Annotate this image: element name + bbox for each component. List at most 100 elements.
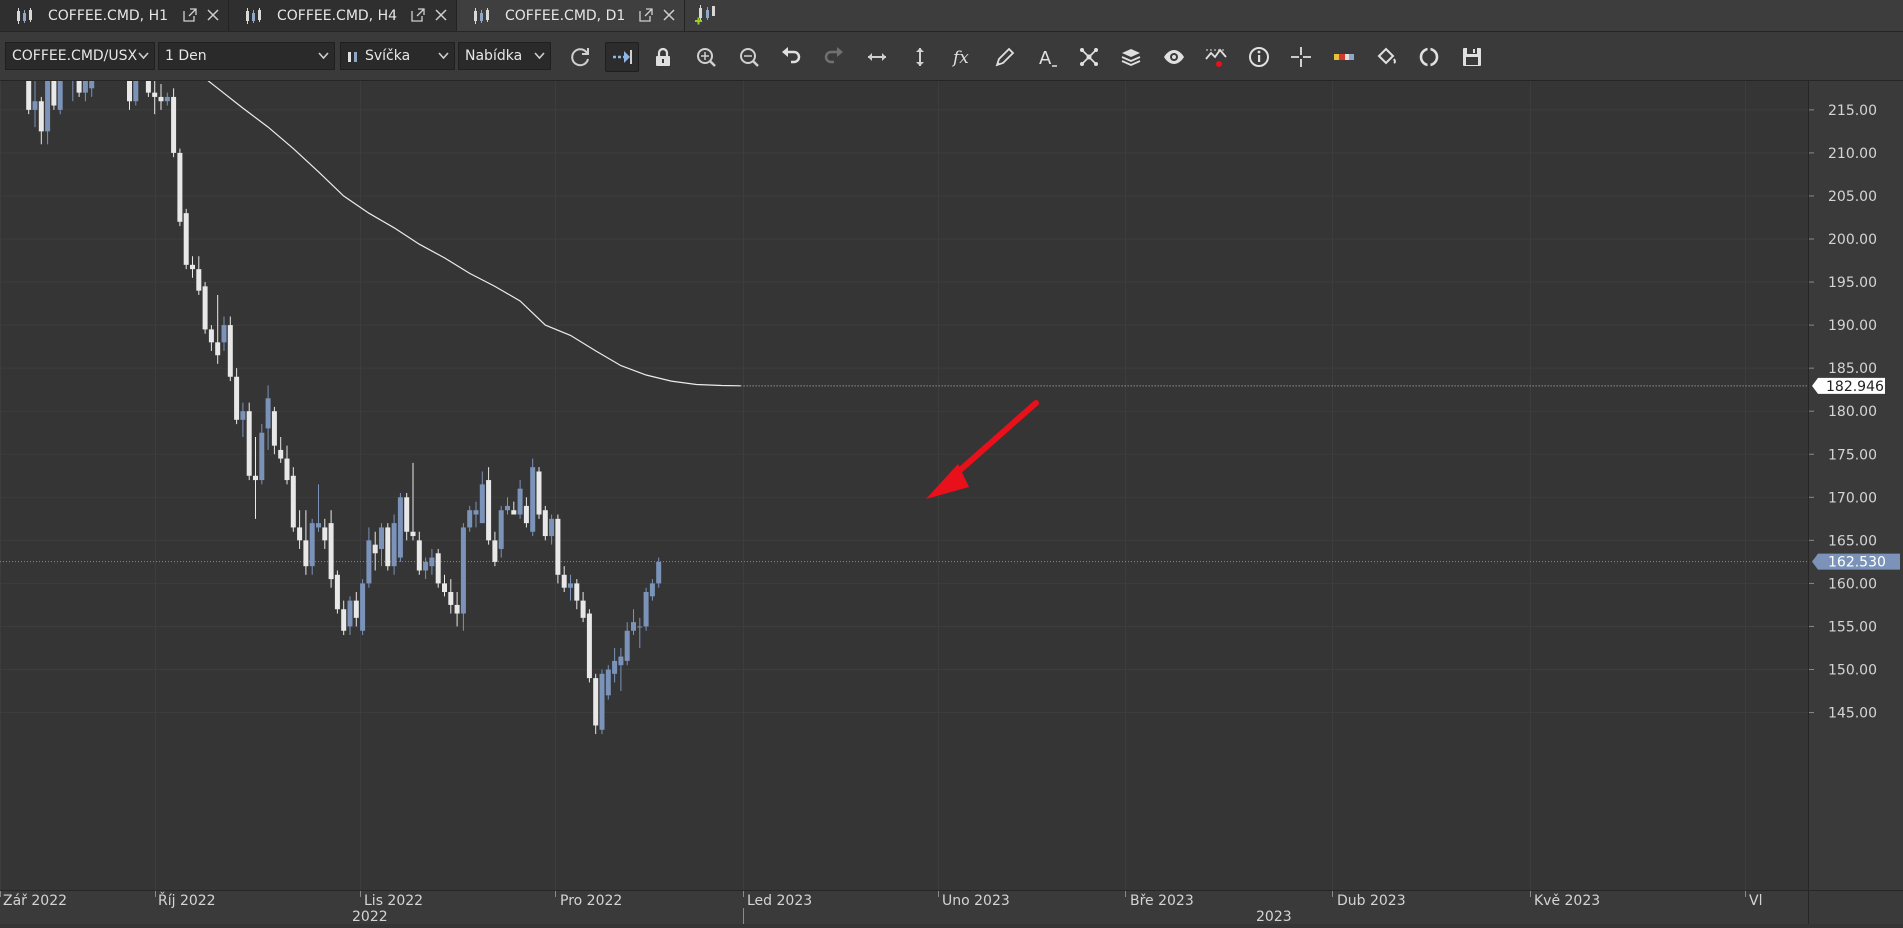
save-button[interactable] xyxy=(1455,42,1489,72)
candle-body xyxy=(643,592,649,627)
price-side-select[interactable]: Nabídka xyxy=(458,42,551,70)
instrument-select[interactable]: COFFEE.CMD/USX xyxy=(5,42,155,70)
zoom-in-button[interactable] xyxy=(689,42,723,72)
candle xyxy=(284,445,290,485)
candle xyxy=(542,505,548,541)
fit-vertical-button[interactable] xyxy=(903,42,937,72)
popout-icon[interactable] xyxy=(182,7,198,23)
candle-body xyxy=(297,527,303,541)
chart-type-value: Svíčka xyxy=(365,48,411,64)
auto-sync-button[interactable] xyxy=(1412,42,1446,72)
tab-label: COFFEE.CMD, H4 xyxy=(277,7,398,24)
text-tool-icon: A xyxy=(1039,48,1057,69)
month-label: Vl xyxy=(1749,893,1762,909)
text-tool-button[interactable]: A xyxy=(1030,42,1064,72)
price-axis[interactable]: 230.00225.00220.00215.00210.00205.00200.… xyxy=(1808,17,1903,890)
candle-body xyxy=(290,475,296,528)
patterns-icon xyxy=(1080,48,1098,66)
close-icon[interactable] xyxy=(206,8,220,22)
tab-coffee-h4[interactable]: COFFEE.CMD, H4 xyxy=(229,0,457,31)
candle xyxy=(404,492,410,541)
candle-body xyxy=(618,656,624,666)
crosshair-button[interactable] xyxy=(1284,42,1318,72)
visibility-eye-button[interactable] xyxy=(1157,42,1191,72)
candle-body xyxy=(612,660,618,674)
candle-body xyxy=(624,630,630,661)
candle xyxy=(454,592,460,627)
candle xyxy=(290,467,296,532)
candle-body xyxy=(347,600,353,627)
candle xyxy=(341,600,347,636)
color-theme-button[interactable] xyxy=(1327,42,1361,72)
paint-bucket-button[interactable] xyxy=(1369,42,1403,72)
svg-text:A: A xyxy=(1039,48,1052,69)
candle-body xyxy=(568,583,573,588)
candle xyxy=(511,501,517,515)
chevron-down-icon xyxy=(438,52,449,60)
drawing-pencil-icon xyxy=(995,47,1015,67)
candle xyxy=(580,592,586,623)
color-theme-icon xyxy=(1334,54,1354,60)
candle-body xyxy=(555,518,561,575)
indicators-fx-button[interactable]: fx xyxy=(945,42,979,72)
close-icon[interactable] xyxy=(662,8,676,22)
candle xyxy=(605,665,611,700)
candle xyxy=(467,505,473,532)
layers-button[interactable] xyxy=(1114,42,1148,72)
refresh-button[interactable] xyxy=(563,42,597,72)
candle-body xyxy=(473,510,479,515)
price-label: 180.00 xyxy=(1828,404,1877,420)
candle-body xyxy=(38,101,44,132)
candle xyxy=(353,592,359,627)
candle xyxy=(517,480,523,519)
zoom-in-icon xyxy=(697,48,716,67)
patterns-button[interactable] xyxy=(1072,42,1106,72)
candle-body xyxy=(51,66,57,106)
fit-horizontal-button[interactable] xyxy=(860,42,894,72)
lock-icon xyxy=(656,47,670,66)
info-button[interactable] xyxy=(1242,42,1276,72)
candle-body xyxy=(385,527,391,567)
redo-button[interactable] xyxy=(817,42,851,72)
price-label: 185.00 xyxy=(1828,361,1877,377)
undo-button[interactable] xyxy=(774,42,808,72)
candle xyxy=(492,531,498,567)
candle xyxy=(649,579,655,601)
candle-body xyxy=(133,49,139,102)
period-select[interactable]: 1 Den xyxy=(158,42,335,70)
candle xyxy=(164,92,170,106)
candle-type-icon xyxy=(348,52,357,62)
candle-body xyxy=(246,411,252,476)
alerts-button[interactable] xyxy=(1199,42,1233,72)
tab-coffee-h1[interactable]: COFFEE.CMD, H1 xyxy=(0,0,229,31)
popout-icon[interactable] xyxy=(410,7,426,23)
candle xyxy=(637,617,643,648)
close-icon[interactable] xyxy=(434,8,448,22)
shift-chart-button[interactable] xyxy=(605,42,639,72)
chart-type-select[interactable]: Svíčka xyxy=(340,42,455,70)
chart-plot-area[interactable] xyxy=(0,0,1808,890)
price-label: 145.00 xyxy=(1828,706,1877,722)
candle-body xyxy=(637,626,643,628)
candle xyxy=(624,622,630,666)
candle xyxy=(593,673,599,735)
lock-button[interactable] xyxy=(646,42,680,72)
tab-coffee-d1[interactable]: COFFEE.CMD, D1 xyxy=(457,0,685,31)
candle xyxy=(385,523,391,571)
candle xyxy=(89,0,95,97)
popout-icon[interactable] xyxy=(638,7,654,23)
candle xyxy=(523,497,529,528)
drawing-pencil-button[interactable] xyxy=(988,42,1022,72)
zoom-out-button[interactable] xyxy=(732,42,766,72)
chevron-down-icon xyxy=(534,52,545,60)
candle-body xyxy=(164,96,170,102)
candle xyxy=(76,36,82,97)
new-chart-icon[interactable] xyxy=(694,4,718,26)
candle-body xyxy=(366,540,372,584)
candle-body xyxy=(599,673,605,730)
candle-body xyxy=(45,62,51,132)
candlestick-chart[interactable] xyxy=(0,0,1808,890)
time-axis[interactable]: Zář 2022 Říj 2022 Lis 2022 Pro 2022 Led 2023… xyxy=(0,890,1808,925)
candle xyxy=(45,53,51,145)
year-label: 2023 xyxy=(1256,909,1292,924)
